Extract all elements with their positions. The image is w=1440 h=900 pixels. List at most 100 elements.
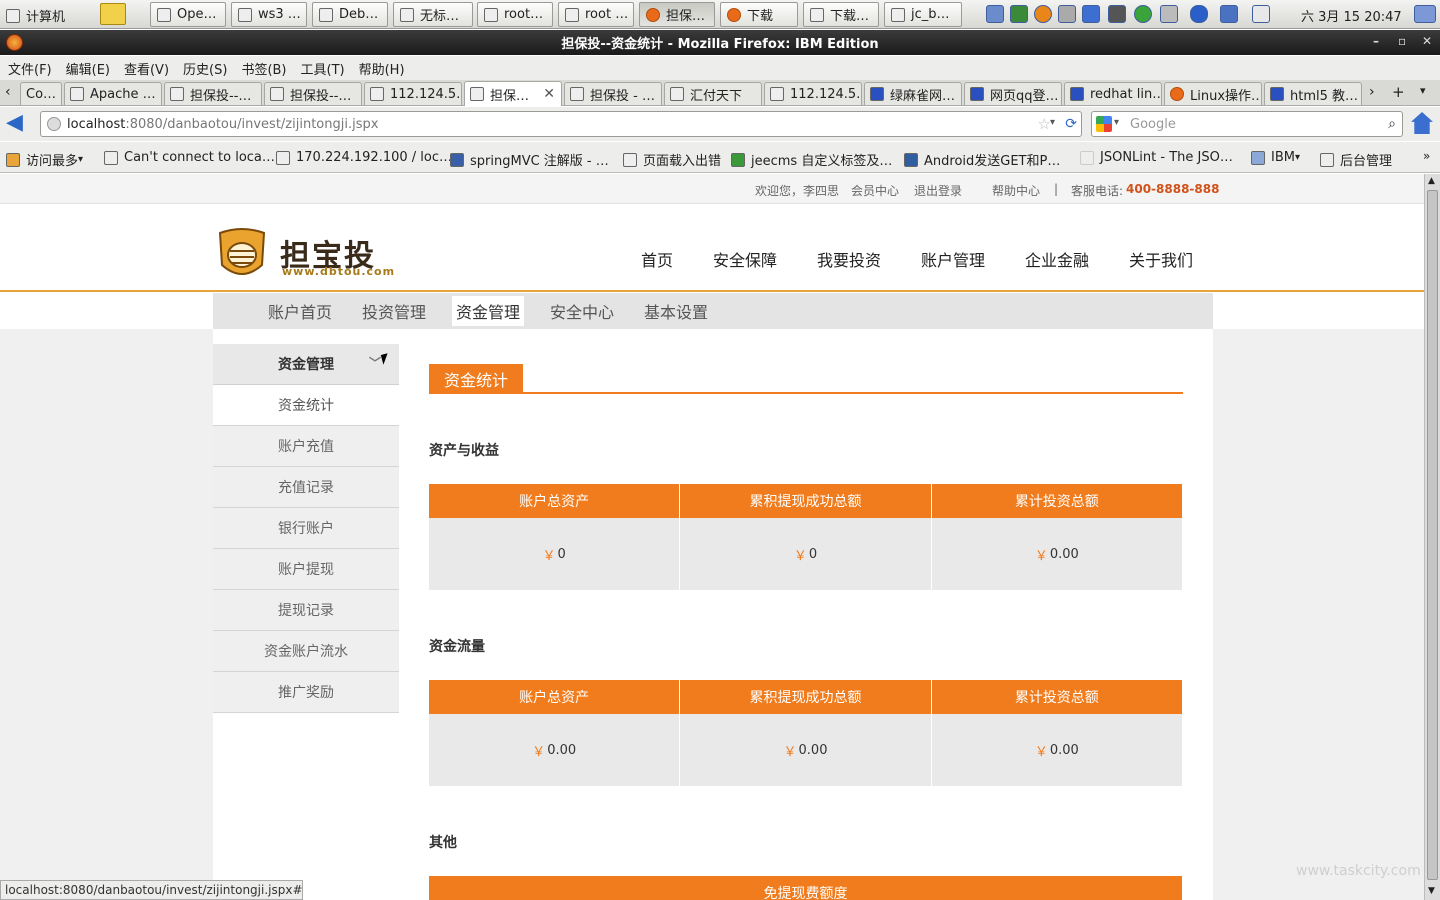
tab-scroll-right-icon[interactable]: ›	[1369, 84, 1375, 100]
update-icon[interactable]	[1034, 5, 1052, 23]
bookmark-10[interactable]: 后台管理	[1320, 150, 1392, 169]
nav-invest[interactable]: 我要投资	[817, 247, 881, 271]
display-icon[interactable]	[1108, 5, 1126, 23]
clock[interactable]: 六 3月 15 20:47	[1301, 6, 1402, 25]
bookmark-7[interactable]: Android发送GET和P…	[904, 150, 1060, 169]
subnav-security-center[interactable]: 安全中心	[546, 296, 618, 326]
url-dropdown-icon[interactable]: ▾	[1050, 117, 1055, 128]
tab-11[interactable]: 网页qq登…	[964, 82, 1062, 105]
sidebar-item-promo-reward[interactable]: 推广奖励	[213, 672, 399, 713]
signal-icon[interactable]	[1220, 5, 1238, 23]
task-9[interactable]: 下载…	[803, 2, 879, 27]
bookmark-6[interactable]: jeecms 自定义标签及…	[731, 150, 892, 169]
google-icon[interactable]	[1096, 116, 1112, 132]
search-bar[interactable]: ▾ Google ⌕	[1091, 111, 1403, 137]
url-bar[interactable]: localhost:8080/danbaotou/invest/zijinton…	[40, 111, 1082, 137]
task-8[interactable]: 下载	[720, 2, 798, 27]
bookmarks-overflow-icon[interactable]: »	[1423, 149, 1430, 163]
vertical-scrollbar[interactable]: ▲ ▼	[1424, 174, 1440, 900]
scrollbar-thumb[interactable]	[1427, 190, 1438, 880]
volume-icon[interactable]	[1160, 5, 1178, 23]
pen-icon[interactable]	[1082, 5, 1100, 23]
sidebar-item-fund-stats[interactable]: 资金统计	[213, 385, 399, 426]
sidebar-header[interactable]: 资金管理 ﹀	[213, 344, 399, 385]
tab-2[interactable]: Apache …	[64, 82, 162, 105]
menu-tools[interactable]: 工具(T)	[301, 59, 345, 78]
bookmark-most-visited[interactable]: 访问最多 ▾	[6, 150, 83, 169]
tab-12[interactable]: redhat lin…	[1064, 82, 1162, 105]
scroll-down-icon[interactable]: ▼	[1428, 886, 1435, 896]
tab-8[interactable]: 汇付天下	[664, 82, 762, 105]
subnav-invest-mgmt[interactable]: 投资管理	[358, 296, 430, 326]
tab-list-icon[interactable]: ▾	[1420, 84, 1426, 97]
tab-1[interactable]: Co…	[20, 82, 62, 105]
tab-4[interactable]: 担保投--…	[264, 82, 362, 105]
task-4[interactable]: 无标…	[393, 2, 473, 27]
close-button[interactable]: ✕	[1422, 34, 1432, 48]
nav-home[interactable]: 首页	[641, 247, 673, 271]
sidebar-item-bank-account[interactable]: 银行账户	[213, 508, 399, 549]
nav-about[interactable]: 关于我们	[1129, 247, 1193, 271]
bookmark-star-icon[interactable]: ☆	[1038, 115, 1051, 133]
bookmark-4[interactable]: springMVC 注解版 - …	[450, 150, 609, 169]
chevron-down-icon[interactable]: ﹀	[369, 354, 381, 371]
tab-scroll-left-icon[interactable]: ‹	[5, 84, 11, 100]
nav-account[interactable]: 账户管理	[921, 247, 985, 271]
tab-3[interactable]: 担保投--…	[164, 82, 262, 105]
task-7[interactable]: 担保…	[639, 2, 715, 27]
task-5[interactable]: root…	[477, 2, 553, 27]
task-6[interactable]: root …	[558, 2, 634, 27]
menu-file[interactable]: 文件(F)	[8, 59, 52, 78]
minimize-button[interactable]: –	[1373, 34, 1379, 48]
sidebar-item-recharge[interactable]: 账户充值	[213, 426, 399, 467]
scroll-up-icon[interactable]: ▲	[1428, 176, 1435, 186]
logout-link[interactable]: 退出登录	[914, 182, 962, 199]
menu-history[interactable]: 历史(S)	[183, 59, 227, 78]
back-arrow-icon[interactable]: ◀	[6, 112, 32, 136]
tab-14[interactable]: html5 教…	[1264, 82, 1362, 105]
member-center-link[interactable]: 会员中心	[851, 182, 899, 199]
bookmark-3[interactable]: 170.224.192.100 / loc…	[276, 150, 452, 165]
monitor-icon[interactable]	[1010, 5, 1028, 23]
subnav-account-home[interactable]: 账户首页	[264, 296, 336, 326]
subnav-basic-settings[interactable]: 基本设置	[640, 296, 712, 326]
sidebar-item-fund-flow[interactable]: 资金账户流水	[213, 631, 399, 672]
logo-icon[interactable]	[216, 225, 268, 283]
show-desktop-icon[interactable]	[1414, 5, 1436, 23]
computer-menu[interactable]: 计算机	[6, 6, 65, 25]
help-center-link[interactable]: 帮助中心	[992, 182, 1040, 199]
notes-icon[interactable]	[100, 3, 126, 25]
maximize-button[interactable]: ▫	[1398, 34, 1406, 48]
tab-7[interactable]: 担保投 - …	[564, 82, 662, 105]
task-10[interactable]: jc_b…	[884, 2, 962, 27]
check-icon[interactable]	[1134, 5, 1152, 23]
new-tab-icon[interactable]: +	[1392, 83, 1405, 101]
tab-9[interactable]: 112.124.5…	[764, 82, 862, 105]
bookmark-2[interactable]: Can't connect to loca…	[104, 150, 275, 165]
sidebar-item-withdraw-records[interactable]: 提现记录	[213, 590, 399, 631]
subnav-fund-mgmt[interactable]: 资金管理	[452, 296, 525, 326]
task-3[interactable]: Deb…	[312, 2, 388, 27]
menu-bookmarks[interactable]: 书签(B)	[241, 59, 286, 78]
tab-6-active[interactable]: 担保… ✕	[464, 81, 562, 106]
battery-icon[interactable]	[1252, 5, 1270, 23]
engine-dropdown-icon[interactable]: ▾	[1114, 117, 1119, 128]
tab-5[interactable]: 112.124.5…	[364, 82, 462, 105]
nav-enterprise[interactable]: 企业金融	[1025, 247, 1089, 271]
binoculars-icon[interactable]: ⌕	[1388, 116, 1396, 132]
tab-13[interactable]: Linux操作…	[1164, 82, 1262, 105]
sidebar-item-withdraw[interactable]: 账户提现	[213, 549, 399, 590]
bluetooth-icon[interactable]	[1190, 5, 1208, 23]
task-2[interactable]: ws3 …	[231, 2, 307, 27]
tab-close-icon[interactable]: ✕	[543, 86, 555, 102]
network-manager-icon[interactable]	[986, 5, 1004, 23]
menu-view[interactable]: 查看(V)	[124, 59, 169, 78]
tab-10[interactable]: 绿麻雀网…	[864, 82, 962, 105]
nav-security[interactable]: 安全保障	[713, 247, 777, 271]
bookmark-8[interactable]: JSONLint - The JSO…	[1080, 150, 1233, 165]
disk-icon[interactable]	[1058, 5, 1076, 23]
menu-edit[interactable]: 编辑(E)	[66, 59, 110, 78]
home-icon[interactable]	[1411, 112, 1433, 134]
bookmark-folder-ibm[interactable]: IBM ▾	[1251, 150, 1300, 165]
task-1[interactable]: Ope…	[150, 2, 226, 27]
